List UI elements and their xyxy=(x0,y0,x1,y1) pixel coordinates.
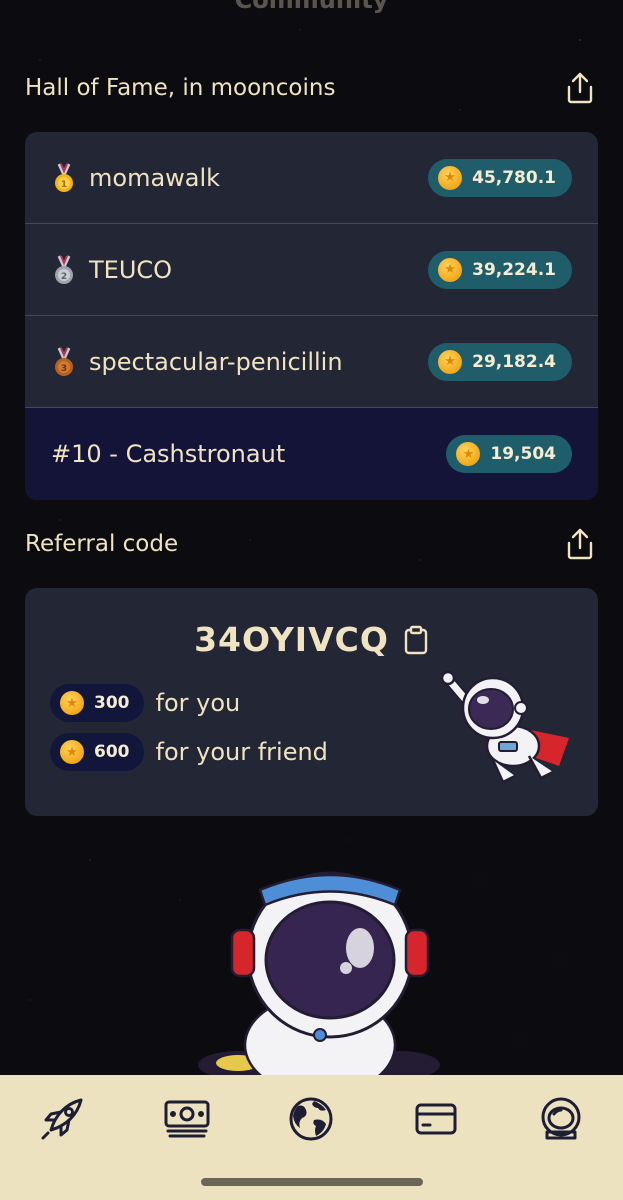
player-name: TEUCO xyxy=(89,255,173,284)
rocket-icon xyxy=(41,1098,83,1140)
referral-header: Referral code xyxy=(25,524,598,564)
nav-rocket[interactable] xyxy=(36,1093,88,1145)
clipboard-icon xyxy=(404,625,428,654)
globe-icon xyxy=(289,1097,333,1141)
nav-money[interactable] xyxy=(161,1093,213,1145)
referral-card: 34OYIVCQ ★ 300 for you ★ 600 for your fr… xyxy=(25,588,598,816)
nav-card[interactable] xyxy=(410,1093,462,1145)
page-title: Community xyxy=(234,0,389,14)
current-user-rank-name: #10 - Cashstronaut xyxy=(51,440,286,468)
money-icon xyxy=(164,1100,210,1138)
reward-amount: 300 xyxy=(94,693,130,713)
reward-label: for you xyxy=(155,689,241,717)
share-hall-of-fame-button[interactable] xyxy=(562,70,598,106)
flying-astronaut-illustration xyxy=(441,670,569,784)
coin-amount: 29,182.4 xyxy=(472,351,556,372)
nav-community[interactable] xyxy=(285,1093,337,1145)
reward-pill: ★ 600 xyxy=(50,733,144,771)
svg-text:1: 1 xyxy=(61,180,67,190)
hall-of-fame-header: Hall of Fame, in mooncoins xyxy=(25,68,598,108)
hall-of-fame-card: 1 momawalk ★ 45,780.1 2 TEUCO ★ 39,224.1 xyxy=(25,132,598,500)
gold-medal-icon: 1 xyxy=(55,162,73,192)
copy-code-button[interactable] xyxy=(403,625,429,655)
reward-pill: ★ 300 xyxy=(50,684,144,722)
referral-title: Referral code xyxy=(25,531,179,557)
dj-astronaut-illustration xyxy=(198,871,440,1075)
mooncoin-icon: ★ xyxy=(438,349,463,374)
card-icon xyxy=(415,1103,457,1135)
mooncoin-icon: ★ xyxy=(438,165,463,190)
share-referral-button[interactable] xyxy=(562,526,598,562)
reward-amount: 600 xyxy=(94,742,130,762)
coin-balance-pill: ★ 45,780.1 xyxy=(428,158,572,197)
reward-friend: ★ 600 for your friend xyxy=(50,733,328,771)
leaderboard-row[interactable]: 3 spectacular-penicillin ★ 29,182.4 xyxy=(25,316,598,408)
coin-amount: 45,780.1 xyxy=(472,167,556,188)
svg-text:2: 2 xyxy=(61,272,67,282)
referral-code-row: 34OYIVCQ xyxy=(25,620,598,659)
home-indicator[interactable] xyxy=(201,1178,423,1186)
coin-balance-pill: ★ 39,224.1 xyxy=(428,250,572,289)
mooncoin-icon: ★ xyxy=(60,691,84,715)
coin-amount: 39,224.1 xyxy=(472,259,556,280)
player-name: momawalk xyxy=(89,163,221,192)
hall-of-fame-title: Hall of Fame, in mooncoins xyxy=(25,75,336,101)
referral-code[interactable]: 34OYIVCQ xyxy=(194,620,389,659)
share-icon xyxy=(567,72,593,104)
coin-balance-pill: ★ 29,182.4 xyxy=(428,342,572,381)
coin-amount: 19,504 xyxy=(490,444,556,464)
leaderboard-row[interactable]: 1 momawalk ★ 45,780.1 xyxy=(25,132,598,224)
reward-label: for your friend xyxy=(155,738,328,766)
coin-balance-pill: ★ 19,504 xyxy=(446,435,572,473)
astronaut-helmet-icon xyxy=(541,1097,581,1140)
mooncoin-icon: ★ xyxy=(456,442,481,466)
share-icon xyxy=(567,528,593,560)
reward-you: ★ 300 for you xyxy=(50,684,240,722)
svg-text:3: 3 xyxy=(61,364,67,374)
bronze-medal-icon: 3 xyxy=(55,346,73,376)
silver-medal-icon: 2 xyxy=(55,254,73,284)
nav-profile[interactable] xyxy=(535,1093,587,1145)
mooncoin-icon: ★ xyxy=(60,740,84,764)
mooncoin-icon: ★ xyxy=(438,257,463,282)
player-name: spectacular-penicillin xyxy=(89,347,343,376)
current-user-row[interactable]: #10 - Cashstronaut ★ 19,504 xyxy=(25,408,598,500)
leaderboard-row[interactable]: 2 TEUCO ★ 39,224.1 xyxy=(25,224,598,316)
